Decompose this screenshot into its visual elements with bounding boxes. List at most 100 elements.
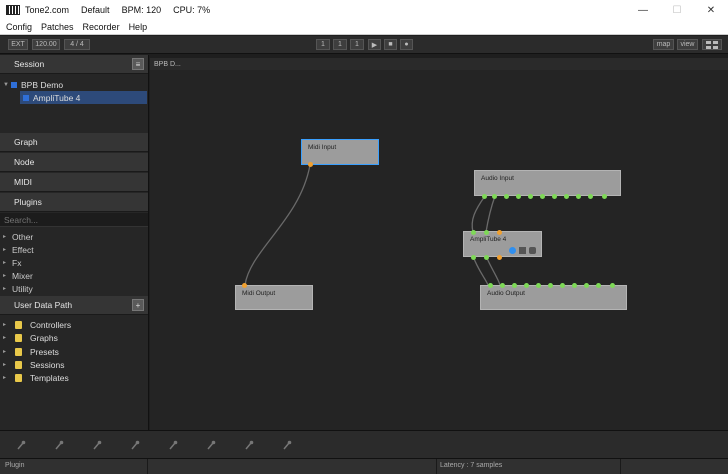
audio-in-pin[interactable] bbox=[596, 283, 601, 288]
plugin-category-fx[interactable]: ▸ Fx bbox=[0, 256, 148, 269]
graph-section-header[interactable]: Graph bbox=[0, 133, 148, 152]
menu-patches[interactable]: Patches bbox=[41, 22, 74, 32]
node-audio-output[interactable]: Audio Output bbox=[480, 283, 627, 310]
audio-in-pin[interactable] bbox=[548, 283, 553, 288]
audio-out-pin[interactable] bbox=[482, 194, 487, 199]
folder-templates[interactable]: ▸ Templates bbox=[0, 371, 148, 384]
audio-out-pin[interactable] bbox=[504, 194, 509, 199]
slot-key-icon[interactable] bbox=[92, 440, 102, 450]
midi-out-pin[interactable] bbox=[497, 255, 502, 260]
audio-out-pin[interactable] bbox=[588, 194, 593, 199]
power-icon[interactable] bbox=[509, 247, 516, 254]
audio-out-pin[interactable] bbox=[471, 255, 476, 260]
folder-sessions[interactable]: ▸ Sessions bbox=[0, 358, 148, 371]
settings-icon[interactable] bbox=[529, 247, 536, 254]
audio-in-pin[interactable] bbox=[524, 283, 529, 288]
position-bar-field[interactable]: 1 bbox=[316, 39, 330, 50]
audio-out-pin[interactable] bbox=[552, 194, 557, 199]
slot-key-icon[interactable] bbox=[282, 440, 292, 450]
stop-button[interactable]: ■ bbox=[384, 39, 397, 50]
plugin-category-effect[interactable]: ▸ Effect bbox=[0, 243, 148, 256]
audio-out-pin[interactable] bbox=[576, 194, 581, 199]
expand-triangle-icon[interactable]: ▸ bbox=[3, 321, 11, 328]
time-signature-field[interactable]: 4 / 4 bbox=[64, 39, 90, 50]
node-amplitube[interactable]: AmpliTube 4 bbox=[463, 230, 542, 260]
expand-triangle-icon[interactable]: ▸ bbox=[3, 285, 11, 292]
slot-key-icon[interactable] bbox=[54, 440, 64, 450]
session-menu-icon[interactable]: ≡ bbox=[132, 58, 144, 70]
folder-graphs[interactable]: ▸ Graphs bbox=[0, 331, 148, 344]
audio-in-pin[interactable] bbox=[471, 230, 476, 235]
audio-in-pin[interactable] bbox=[500, 283, 505, 288]
audio-out-pin[interactable] bbox=[602, 194, 607, 199]
record-button[interactable]: ● bbox=[400, 39, 413, 50]
audio-out-pin[interactable] bbox=[528, 194, 533, 199]
audio-out-pin[interactable] bbox=[484, 255, 489, 260]
node-midi-input[interactable]: Midi Input bbox=[301, 139, 379, 167]
add-path-button[interactable]: + bbox=[132, 299, 144, 311]
midi-in-pin[interactable] bbox=[497, 230, 502, 235]
midi-out-pin[interactable] bbox=[308, 162, 313, 167]
minimize-button[interactable]: — bbox=[626, 0, 660, 20]
folder-controllers[interactable]: ▸ Controllers bbox=[0, 318, 148, 331]
plugin-category-other[interactable]: ▸ Other bbox=[0, 230, 148, 243]
menu-help[interactable]: Help bbox=[129, 22, 148, 32]
graph-tab[interactable]: BPB D... bbox=[150, 58, 728, 70]
slot-key-icon[interactable] bbox=[130, 440, 140, 450]
tree-item-plugin[interactable]: AmpliTube 4 bbox=[20, 91, 147, 104]
menu-recorder[interactable]: Recorder bbox=[83, 22, 120, 32]
expand-triangle-icon[interactable]: ▼ bbox=[3, 82, 11, 88]
slot-key-icon[interactable] bbox=[244, 440, 254, 450]
audio-in-pin[interactable] bbox=[610, 283, 615, 288]
audio-in-pin[interactable] bbox=[560, 283, 565, 288]
maximize-button[interactable]: ☐ bbox=[660, 0, 694, 20]
expand-triangle-icon[interactable]: ▸ bbox=[3, 259, 11, 266]
node-midi-output[interactable]: Midi Output bbox=[235, 283, 313, 310]
audio-out-pin[interactable] bbox=[492, 194, 497, 199]
node-section-header[interactable]: Node bbox=[0, 153, 148, 172]
audio-in-pin[interactable] bbox=[484, 230, 489, 235]
user-data-path-header[interactable]: User Data Path + bbox=[0, 296, 148, 315]
plugins-section-header[interactable]: Plugins bbox=[0, 193, 148, 212]
slot-key-icon[interactable] bbox=[168, 440, 178, 450]
expand-triangle-icon[interactable]: ▸ bbox=[3, 348, 11, 355]
play-button[interactable]: ▶ bbox=[368, 39, 381, 50]
tree-item-project[interactable]: ▼ BPB Demo bbox=[0, 78, 148, 91]
folder-presets[interactable]: ▸ Presets bbox=[0, 345, 148, 358]
session-header[interactable]: Session ≡ bbox=[0, 55, 148, 74]
audio-in-pin[interactable] bbox=[512, 283, 517, 288]
midi-section-header[interactable]: MIDI bbox=[0, 173, 148, 192]
audio-in-pin[interactable] bbox=[488, 283, 493, 288]
audio-out-pin[interactable] bbox=[564, 194, 569, 199]
plugin-category-mixer[interactable]: ▸ Mixer bbox=[0, 269, 148, 282]
audio-in-pin[interactable] bbox=[572, 283, 577, 288]
close-button[interactable]: ✕ bbox=[694, 0, 728, 20]
audio-in-pin[interactable] bbox=[536, 283, 541, 288]
map-button[interactable]: map bbox=[653, 39, 674, 50]
expand-triangle-icon[interactable]: ▸ bbox=[3, 361, 11, 368]
audio-out-pin[interactable] bbox=[516, 194, 521, 199]
ext-sync-button[interactable]: EXT bbox=[8, 39, 28, 50]
plugin-category-utility[interactable]: ▸ Utility bbox=[0, 282, 148, 295]
mixer-icon[interactable] bbox=[519, 247, 526, 254]
view-button[interactable]: view bbox=[677, 39, 698, 50]
expand-triangle-icon[interactable]: ▸ bbox=[3, 246, 11, 253]
node-audio-input[interactable]: Audio Input bbox=[474, 170, 621, 199]
node-label: Node bbox=[14, 157, 35, 167]
grid-view-icon[interactable] bbox=[702, 39, 722, 50]
position-tick-field[interactable]: 1 bbox=[350, 39, 364, 50]
menu-config[interactable]: Config bbox=[6, 22, 32, 32]
expand-triangle-icon[interactable]: ▸ bbox=[3, 272, 11, 279]
expand-triangle-icon[interactable]: ▸ bbox=[3, 233, 11, 240]
tempo-field[interactable]: 120.00 bbox=[32, 39, 60, 50]
audio-in-pin[interactable] bbox=[584, 283, 589, 288]
expand-triangle-icon[interactable]: ▸ bbox=[3, 374, 11, 381]
slot-key-icon[interactable] bbox=[16, 440, 26, 450]
expand-triangle-icon[interactable]: ▸ bbox=[3, 334, 11, 341]
slot-key-icon[interactable] bbox=[206, 440, 216, 450]
audio-out-pin[interactable] bbox=[540, 194, 545, 199]
graph-canvas[interactable]: Midi Input Audio Input AmpliTube 4 Midi … bbox=[150, 70, 728, 430]
midi-in-pin[interactable] bbox=[242, 283, 247, 288]
plugin-search-input[interactable] bbox=[0, 213, 148, 227]
position-beat-field[interactable]: 1 bbox=[333, 39, 347, 50]
